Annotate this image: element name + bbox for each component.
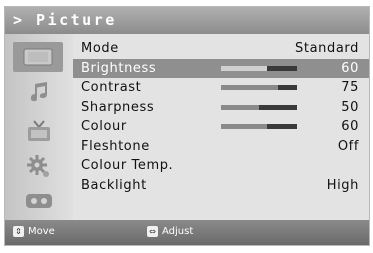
row-value: High	[326, 177, 359, 193]
slider-fill	[221, 65, 267, 71]
adjust-hint: ⇔ Adjust	[147, 226, 193, 237]
row-label: Colour	[81, 119, 127, 134]
adjust-label: Adjust	[162, 226, 194, 237]
row-value: Standard	[295, 41, 359, 56]
row-value: 75	[341, 80, 359, 95]
category-sidebar	[5, 34, 73, 220]
sound-icon[interactable]	[18, 79, 60, 105]
move-hint: ⇕ Move	[13, 226, 55, 237]
row-value: 50	[341, 99, 359, 115]
left-right-arrows-icon: ⇔	[147, 226, 158, 237]
move-label: Move	[28, 226, 55, 237]
menu-row-backlight[interactable]: Backlight High	[73, 176, 369, 196]
row-label: Contrast	[81, 80, 142, 95]
setup-icon[interactable]	[18, 153, 60, 179]
picture-icon[interactable]	[13, 42, 63, 72]
sharpness-slider[interactable]	[221, 104, 297, 110]
contrast-slider[interactable]	[221, 85, 297, 90]
row-label: Fleshtone	[81, 138, 150, 154]
row-value: Off	[337, 138, 359, 154]
menu-row-colour-temp[interactable]: Colour Temp.	[73, 156, 369, 176]
row-label: Brightness	[81, 60, 157, 76]
row-label: Backlight	[81, 177, 147, 193]
menu-row-fleshtone[interactable]: Fleshtone Off	[73, 137, 369, 157]
slider-fill	[221, 104, 259, 110]
brightness-slider[interactable]	[221, 65, 297, 71]
input-icon[interactable]	[18, 188, 60, 214]
menu-row-sharpness[interactable]: Sharpness 50	[73, 98, 369, 118]
row-label: Mode	[81, 41, 119, 56]
row-label: Sharpness	[81, 99, 155, 115]
menu-title: > Picture	[13, 11, 117, 29]
picture-settings-list: Mode Standard Brightness 60 Contrast 75 …	[73, 39, 369, 195]
row-label: Colour Temp.	[81, 158, 174, 173]
menu-row-colour[interactable]: Colour 60	[73, 117, 369, 137]
colour-slider[interactable]	[221, 124, 297, 129]
menu-row-mode[interactable]: Mode Standard	[73, 39, 369, 59]
row-value: 60	[341, 119, 359, 134]
title-bar: > Picture	[5, 7, 369, 34]
help-bar: ⇕ Move ⇔ Adjust	[5, 220, 369, 245]
slider-fill	[221, 85, 278, 90]
channel-icon[interactable]	[18, 118, 60, 144]
osd-menu-panel: > Picture Mode Standard Brightness 60 Co…	[4, 6, 370, 246]
menu-row-contrast[interactable]: Contrast 75	[73, 78, 369, 98]
row-value: 60	[341, 60, 359, 76]
up-down-arrows-icon: ⇕	[13, 226, 24, 237]
slider-fill	[221, 124, 267, 129]
menu-row-brightness[interactable]: Brightness 60	[73, 58, 369, 78]
